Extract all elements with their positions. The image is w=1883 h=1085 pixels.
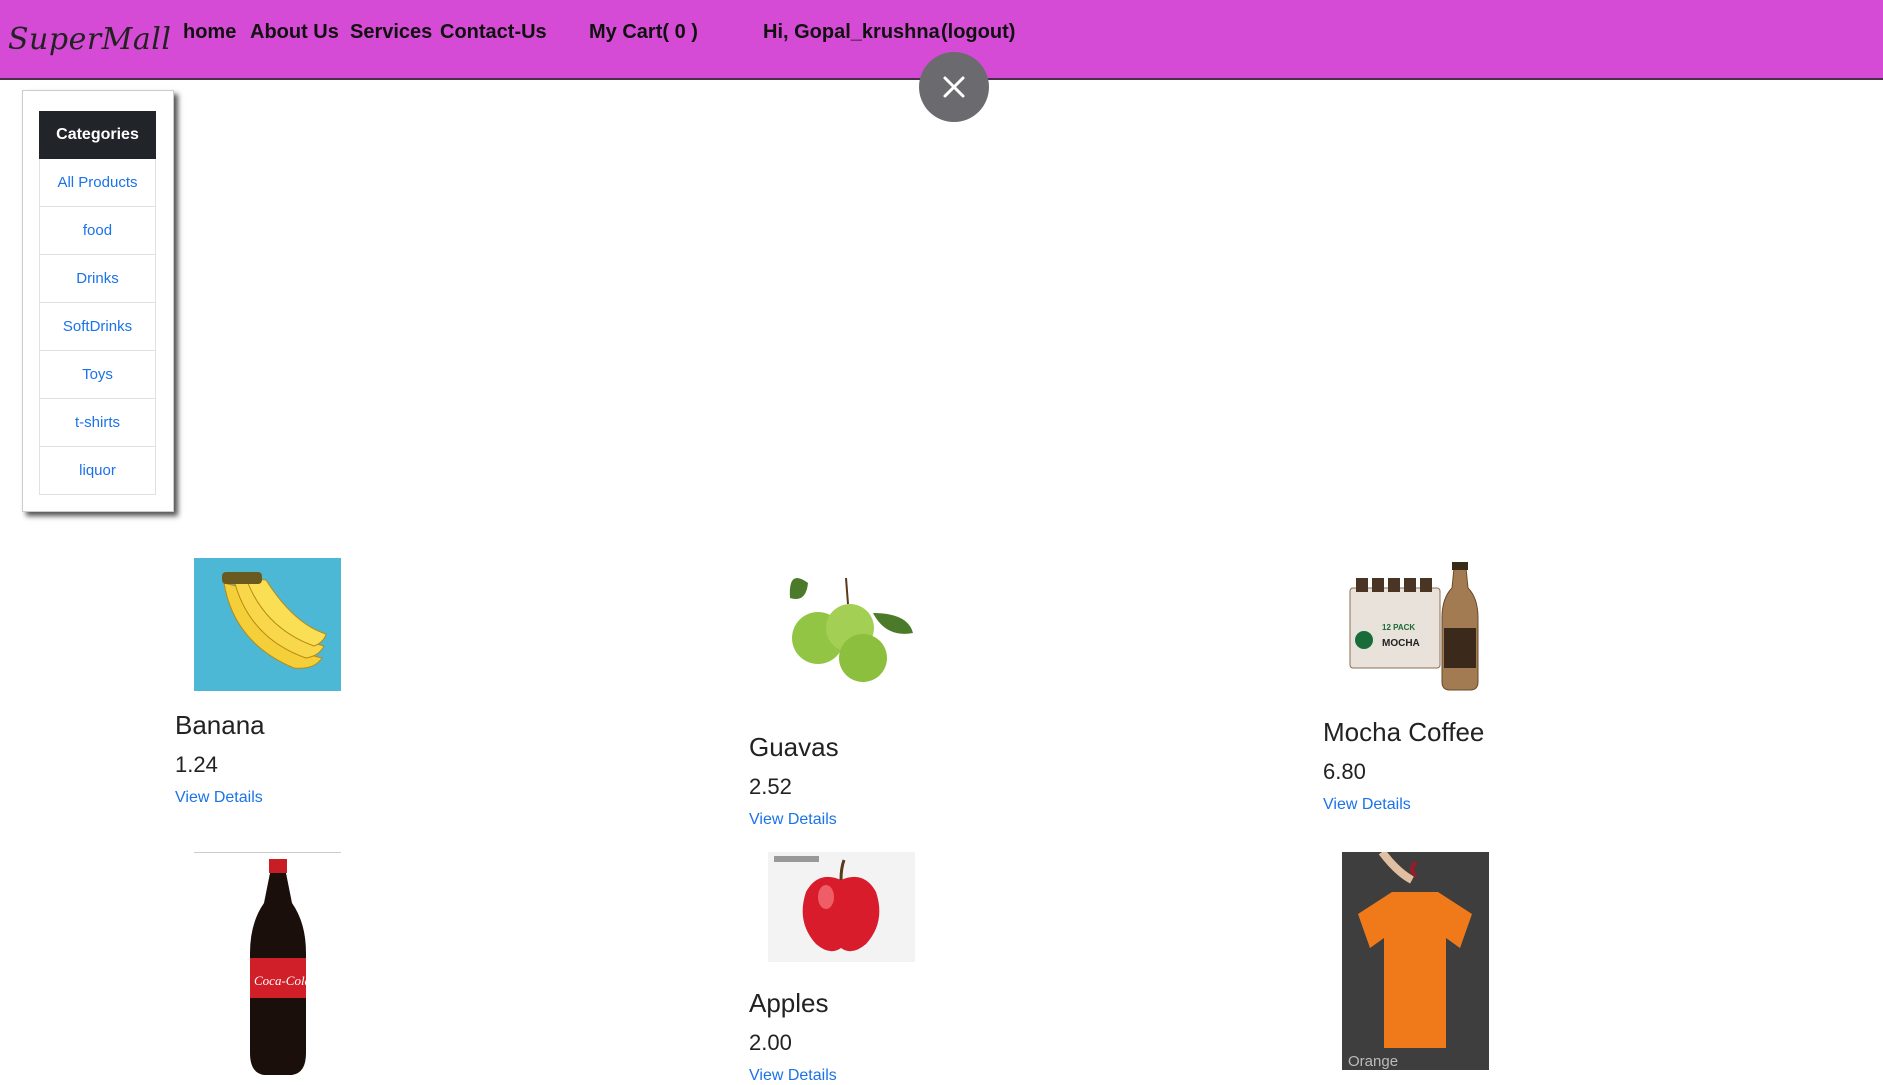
mocha-coffee-image[interactable]: 12 PACK MOCHA xyxy=(1342,558,1489,698)
cola-image[interactable]: Coca-Cola xyxy=(194,852,341,1079)
apples-image[interactable] xyxy=(768,852,915,962)
coffee-label-text: MOCHA xyxy=(1382,638,1420,649)
logout-link[interactable]: (logout) xyxy=(941,21,1015,44)
nav-cart-link[interactable]: My Cart( 0 ) xyxy=(589,21,698,44)
close-button[interactable] xyxy=(919,52,989,122)
product-price: 2.52 xyxy=(749,774,792,799)
view-details-link[interactable]: View Details xyxy=(175,789,263,807)
product-name: Apples xyxy=(749,988,829,1018)
category-softdrinks[interactable]: SoftDrinks xyxy=(39,303,156,351)
view-details-link[interactable]: View Details xyxy=(1323,796,1411,814)
shirt-caption-text: Orange xyxy=(1348,1053,1398,1070)
categories-list: All Products food Drinks SoftDrinks Toys… xyxy=(39,159,156,495)
category-drinks[interactable]: Drinks xyxy=(39,255,156,303)
cola-logo-text: Coca-Cola xyxy=(254,973,312,988)
view-details-link[interactable]: View Details xyxy=(749,811,837,829)
product-price: 6.80 xyxy=(1323,759,1366,784)
tshirt-image[interactable]: Orange xyxy=(1342,852,1489,1070)
categories-sidebar: Categories All Products food Drinks Soft… xyxy=(22,90,174,512)
product-name: Banana xyxy=(175,710,265,740)
guavas-image[interactable] xyxy=(768,558,915,691)
coffee-pack-text: 12 PACK xyxy=(1382,623,1415,632)
product-price: 1.24 xyxy=(175,752,218,777)
nav-contact-link[interactable]: Contact-Us xyxy=(440,21,547,44)
banana-image[interactable] xyxy=(194,558,341,691)
view-details-link[interactable]: View Details xyxy=(749,1067,837,1085)
categories-header: Categories xyxy=(39,111,156,159)
category-toys[interactable]: Toys xyxy=(39,351,156,399)
close-icon xyxy=(943,76,965,98)
category-t-shirts[interactable]: t-shirts xyxy=(39,399,156,447)
product-name: Mocha Coffee xyxy=(1323,717,1485,747)
category-all-products[interactable]: All Products xyxy=(39,159,156,207)
product-price: 2.00 xyxy=(749,1030,792,1055)
category-liquor[interactable]: liquor xyxy=(39,447,156,495)
nav-home-link[interactable]: home xyxy=(183,21,236,44)
product-name: Guavas xyxy=(749,732,839,762)
nav-about-link[interactable]: About Us xyxy=(250,21,339,44)
brand-logo[interactable]: SuperMall xyxy=(8,22,171,57)
category-food[interactable]: food xyxy=(39,207,156,255)
nav-services-link[interactable]: Services xyxy=(350,21,432,44)
user-greeting: Hi, Gopal_krushna xyxy=(763,21,940,43)
